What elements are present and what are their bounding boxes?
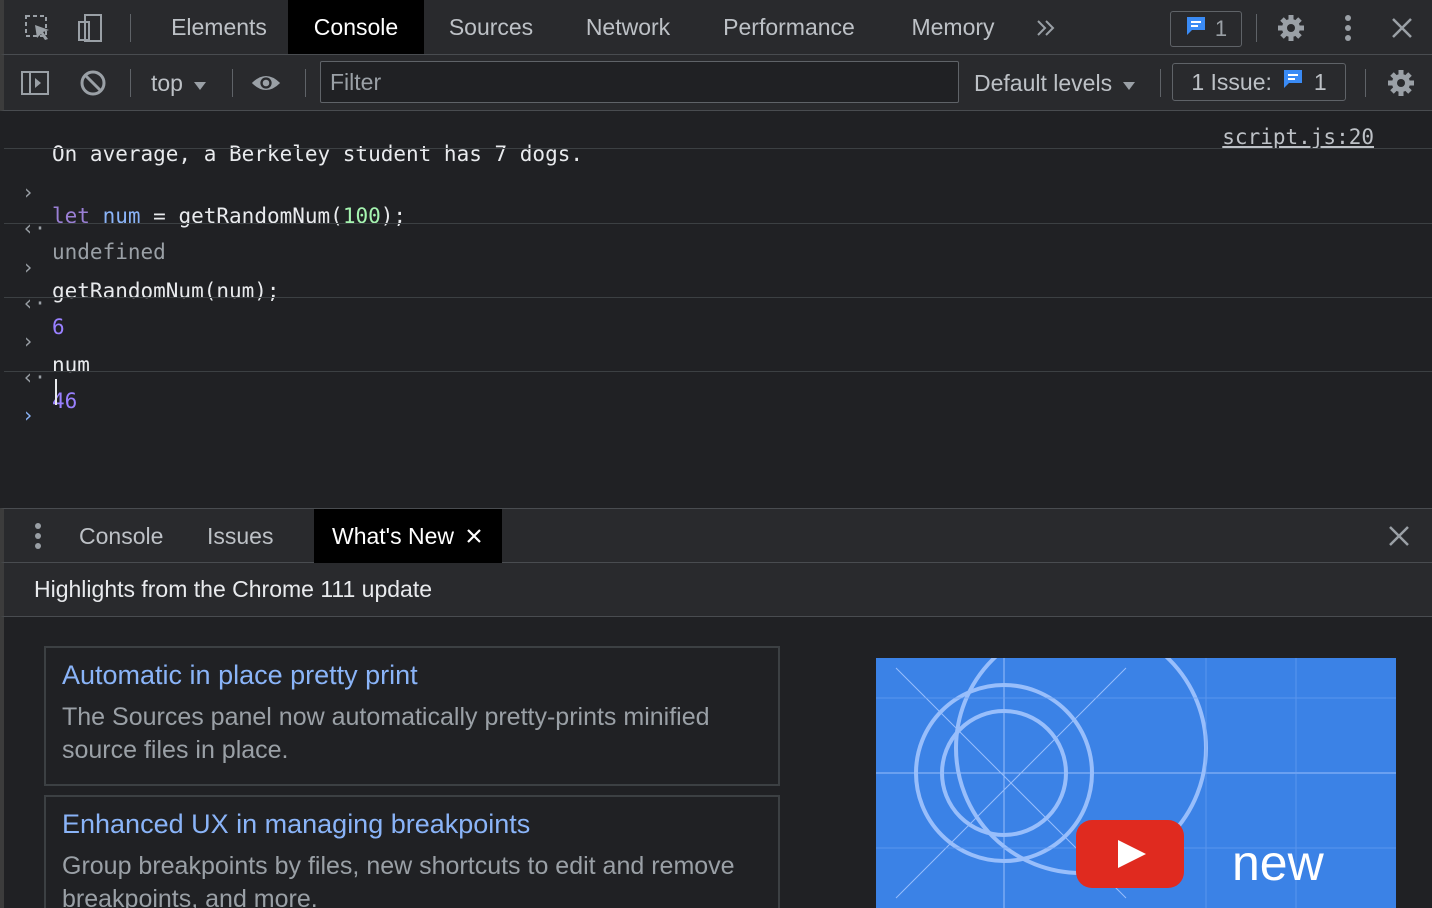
context-selector-label: top xyxy=(151,69,183,96)
feature-card-title[interactable]: Automatic in place pretty print xyxy=(62,660,762,691)
console-result-row: ‹· 46 xyxy=(4,341,1432,413)
settings-gear-icon[interactable] xyxy=(1275,12,1307,44)
source-link[interactable]: script.js:20 xyxy=(1222,125,1374,149)
whats-new-panel: Automatic in place pretty print The Sour… xyxy=(0,617,1432,908)
caret-down-icon xyxy=(1122,70,1136,97)
tab-performance[interactable]: Performance xyxy=(698,0,880,54)
video-thumbnail[interactable]: new xyxy=(876,658,1396,908)
toolbar-divider xyxy=(232,69,233,97)
log-levels-dropdown[interactable]: Default levels xyxy=(974,68,1136,98)
issue-counter-button[interactable]: 1 xyxy=(1170,11,1242,47)
select-element-icon[interactable] xyxy=(22,12,54,44)
feature-card-title[interactable]: Enhanced UX in managing breakpoints xyxy=(62,809,762,840)
issues-label: 1 Issue: xyxy=(1191,68,1272,95)
drawer-tab-whats-new[interactable]: What's New xyxy=(314,509,502,563)
console-prompt[interactable]: › xyxy=(4,379,1432,427)
drawer-menu-icon[interactable] xyxy=(22,520,54,552)
close-tab-icon[interactable] xyxy=(466,523,482,550)
close-drawer-icon[interactable] xyxy=(1383,520,1415,552)
row-divider xyxy=(4,148,1432,149)
tab-sources[interactable]: Sources xyxy=(424,0,558,54)
tab-memory[interactable]: Memory xyxy=(880,0,1026,54)
toolbar-divider xyxy=(130,69,131,97)
devtools-tab-bar: Elements Console Sources Network Perform… xyxy=(0,0,1432,55)
feature-card-body: The Sources panel now automatically pret… xyxy=(62,703,710,764)
issues-button[interactable]: 1 Issue: 1 xyxy=(1172,63,1346,101)
kebab-menu-icon[interactable] xyxy=(1332,12,1364,44)
toolbar-divider xyxy=(1365,69,1366,97)
sidebar-toggle-icon[interactable] xyxy=(19,67,51,99)
caret-down-icon xyxy=(193,70,207,97)
chrome-graphic: new xyxy=(876,658,1396,908)
message-icon xyxy=(1185,15,1207,43)
feature-card-body: Group breakpoints by files, new shortcut… xyxy=(62,852,735,908)
more-tabs-icon[interactable] xyxy=(1030,12,1062,44)
context-selector[interactable]: top xyxy=(151,68,207,98)
toolbar-divider xyxy=(305,69,306,97)
filter-input[interactable] xyxy=(320,61,959,103)
eye-icon[interactable] xyxy=(250,67,282,99)
console-input-row: › num xyxy=(4,305,1432,377)
row-divider xyxy=(4,297,1432,298)
prompt-chevron-icon: › xyxy=(22,403,35,427)
tab-network[interactable]: Network xyxy=(558,0,698,54)
row-divider xyxy=(4,223,1432,224)
console-input-row: › getRandomNum(num); xyxy=(4,231,1432,303)
toolbar-divider xyxy=(130,14,131,42)
drawer-tab-console[interactable]: Console xyxy=(79,509,163,563)
toolbar-divider xyxy=(1256,14,1257,42)
feature-card[interactable]: Enhanced UX in managing breakpoints Grou… xyxy=(44,795,780,908)
clear-console-icon[interactable] xyxy=(77,67,109,99)
issues-count: 1 xyxy=(1313,68,1327,95)
row-divider xyxy=(4,371,1432,372)
drawer-tab-issues[interactable]: Issues xyxy=(207,509,273,563)
feature-card[interactable]: Automatic in place pretty print The Sour… xyxy=(44,646,780,786)
issue-counter-value: 1 xyxy=(1214,16,1228,41)
console-result-row: ‹· undefined xyxy=(4,192,1432,264)
drawer-tab-label: What's New xyxy=(332,522,454,549)
log-levels-label: Default levels xyxy=(974,69,1113,96)
text-cursor xyxy=(55,379,57,405)
tab-elements[interactable]: Elements xyxy=(149,0,289,54)
settings-gear-icon[interactable] xyxy=(1385,67,1417,99)
close-icon[interactable] xyxy=(1386,12,1418,44)
message-icon xyxy=(1282,68,1304,96)
console-output: On average, a Berkeley student has 7 dog… xyxy=(4,111,1432,508)
device-toggle-icon[interactable] xyxy=(75,12,107,44)
video-text: new xyxy=(1232,835,1325,891)
tab-console[interactable]: Console xyxy=(288,0,424,54)
toolbar-divider xyxy=(1160,69,1161,97)
whats-new-heading: Highlights from the Chrome 111 update xyxy=(0,563,1432,617)
console-result-row: ‹· 6 xyxy=(4,267,1432,339)
console-toolbar: top Default levels 1 Issue: 1 xyxy=(0,55,1432,111)
console-input-row: › let num = getRandomNum(100); xyxy=(4,156,1432,228)
drawer-tab-bar: Console Issues What's New xyxy=(0,508,1432,563)
console-log-row: On average, a Berkeley student has 7 dog… xyxy=(4,118,1432,166)
